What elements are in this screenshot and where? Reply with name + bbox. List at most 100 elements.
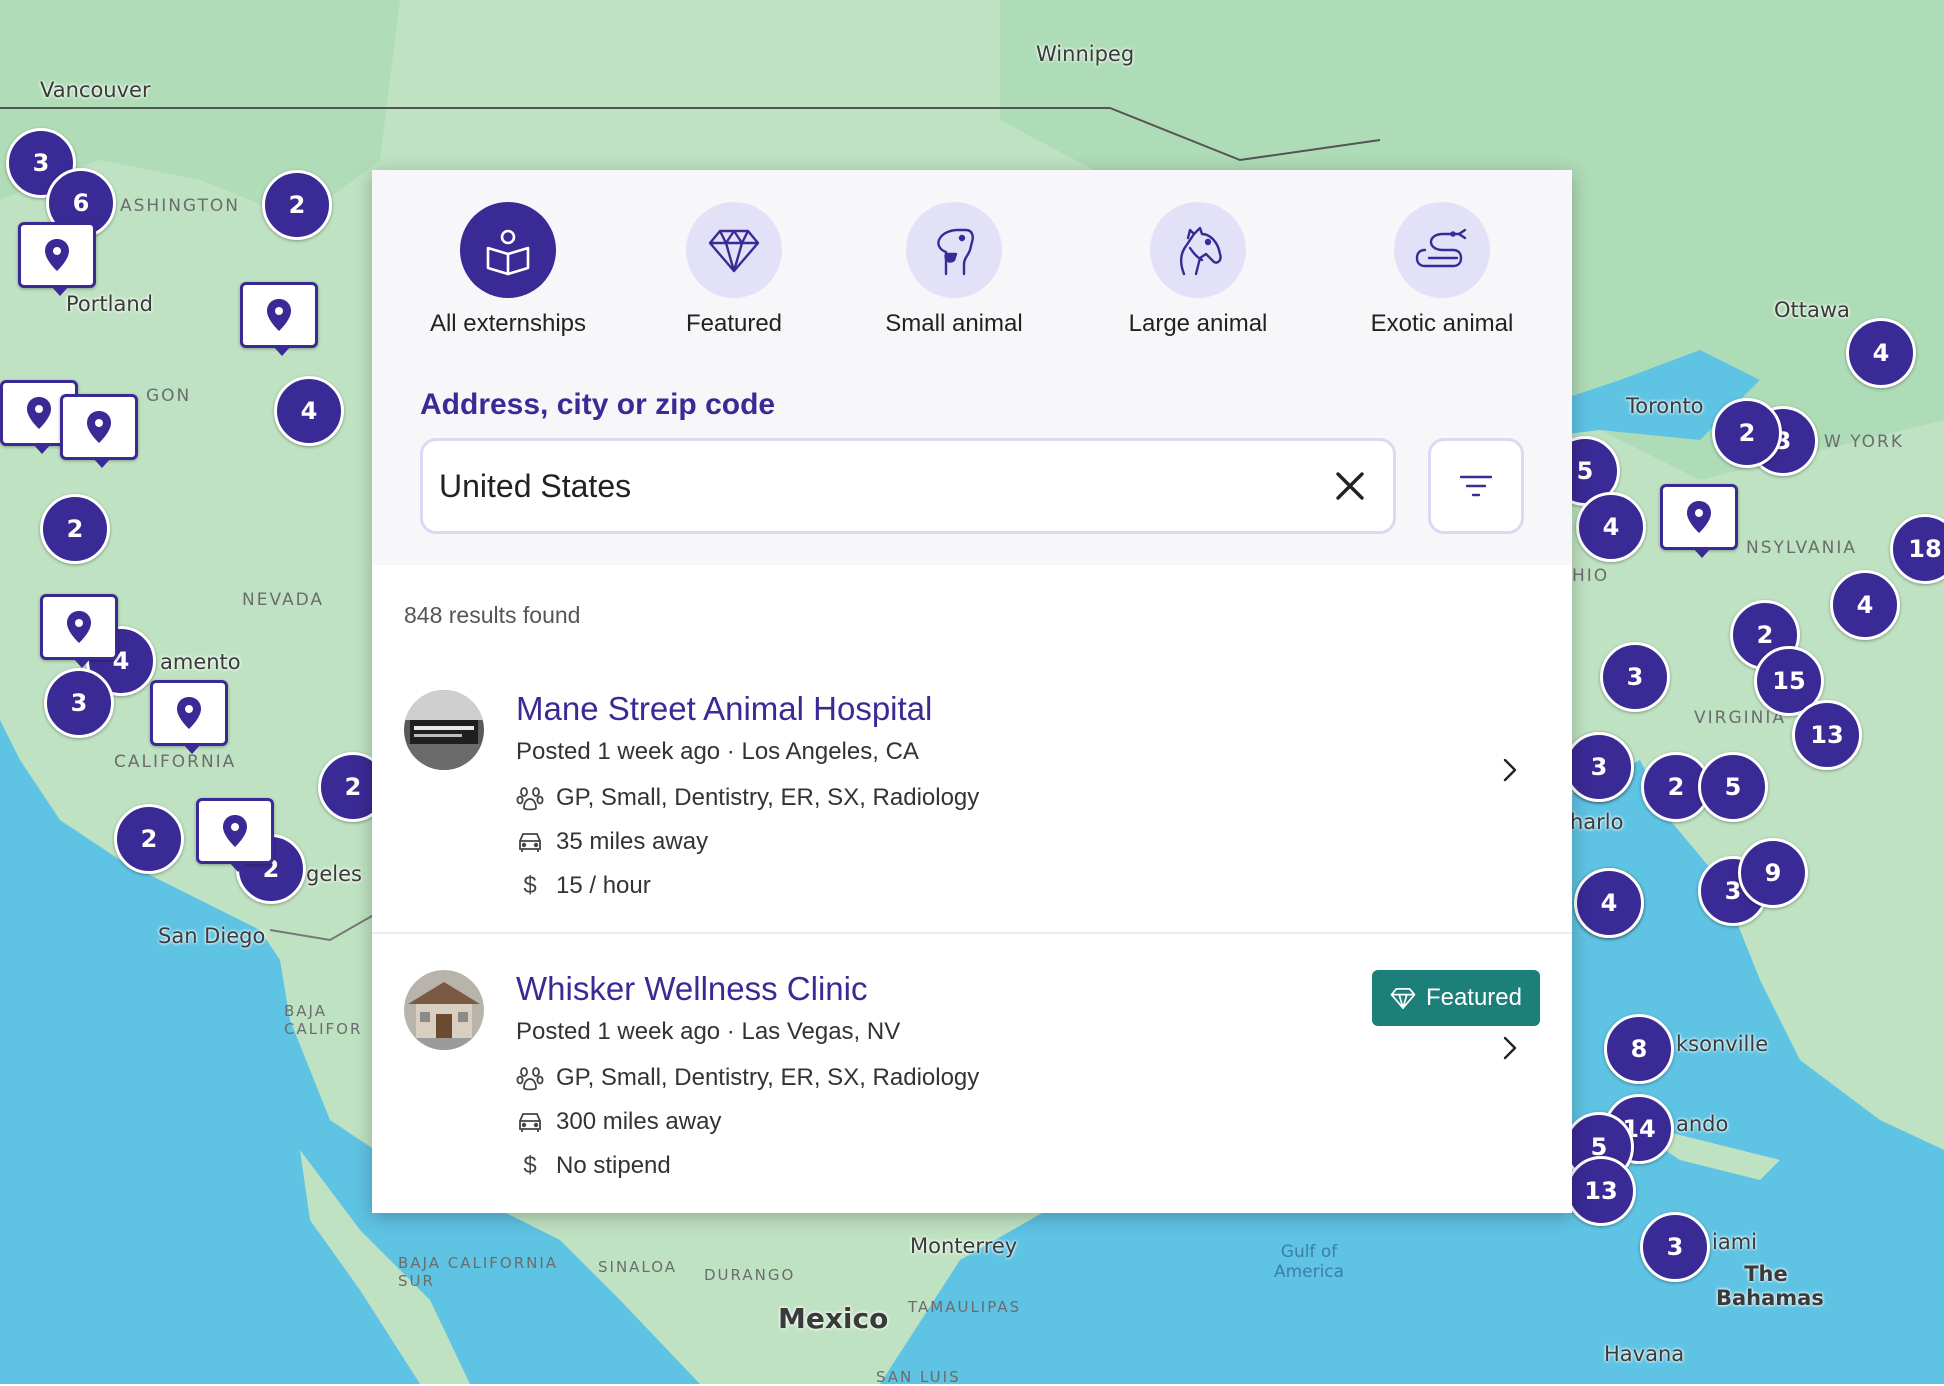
map-cluster[interactable]: 2 xyxy=(1712,398,1782,468)
map-label-baja-california-sur: BAJA CALIFORNIA SUR xyxy=(398,1254,559,1290)
chevron-right-icon[interactable] xyxy=(1496,750,1524,790)
car-icon xyxy=(516,828,544,856)
map-label-winnipeg: Winnipeg xyxy=(1036,42,1135,66)
map-cluster[interactable]: 3 xyxy=(1640,1212,1710,1282)
map-label-miami: iami xyxy=(1712,1230,1757,1254)
search-panel-header: All externships Featured Small animal La… xyxy=(372,170,1572,565)
horse-icon xyxy=(1150,202,1246,298)
result-posted: Posted 1 week ago · Los Angeles, CA xyxy=(516,738,919,765)
category-exotic-animal[interactable]: Exotic animal xyxy=(1342,202,1542,338)
map-pin-marker[interactable] xyxy=(18,222,96,296)
search-input-value[interactable]: United States xyxy=(439,468,631,505)
location-pin-icon xyxy=(223,815,247,847)
map-pin-marker[interactable] xyxy=(240,282,318,356)
location-pin-icon xyxy=(1687,501,1711,533)
map-cluster[interactable]: 2 xyxy=(114,804,184,874)
clinic-thumbnail xyxy=(404,690,484,770)
map-cluster[interactable]: 13 xyxy=(1792,700,1862,770)
chevron-right-icon[interactable] xyxy=(1496,1028,1524,1068)
filter-button[interactable] xyxy=(1428,438,1524,534)
category-label: Featured xyxy=(685,310,783,337)
close-icon xyxy=(1336,472,1364,500)
map-cluster[interactable]: 13 xyxy=(1566,1156,1636,1226)
stipend-text: 15 / hour xyxy=(556,872,651,899)
category-all-externships[interactable]: All externships xyxy=(408,202,608,338)
search-panel: All externships Featured Small animal La… xyxy=(372,170,1572,1213)
map-cluster[interactable]: 4 xyxy=(1574,868,1644,938)
map-label-tamaulipas: TAMAULIPAS xyxy=(908,1298,1022,1316)
category-label: Exotic animal xyxy=(1370,310,1514,337)
map-pin-marker[interactable] xyxy=(40,594,118,668)
map-label-bahamas: The Bahamas xyxy=(1716,1262,1824,1310)
dollar-icon: $ xyxy=(523,1152,537,1179)
map-label-vancouver: Vancouver xyxy=(40,78,151,102)
map-label-orlando: ando xyxy=(1676,1112,1729,1136)
category-label: Large animal xyxy=(1128,310,1268,337)
distance-text: 300 miles away xyxy=(556,1108,722,1135)
location-pin-icon xyxy=(27,397,51,429)
map-cluster[interactable]: 4 xyxy=(1830,570,1900,640)
clinic-thumbnail xyxy=(404,970,484,1050)
filter-icon xyxy=(1459,475,1493,497)
map-cluster[interactable]: 4 xyxy=(1576,492,1646,562)
map-label-san-luis: SAN LUIS xyxy=(876,1368,961,1386)
map-label-gulf: Gulf of America xyxy=(1273,1242,1345,1282)
map-cluster[interactable]: 3 xyxy=(1564,732,1634,802)
specialties-text: GP, Small, Dentistry, ER, SX, Radiology xyxy=(556,784,980,811)
result-specialties: GP, Small, Dentistry, ER, SX, Radiology xyxy=(516,784,979,812)
map-cluster[interactable]: 5 xyxy=(1698,752,1768,822)
map-cluster[interactable]: 9 xyxy=(1738,838,1808,908)
map-label-toronto: Toronto xyxy=(1626,394,1704,418)
distance-text: 35 miles away xyxy=(556,828,709,855)
category-featured[interactable]: Featured xyxy=(634,202,834,338)
map-label-havana: Havana xyxy=(1604,1342,1685,1366)
result-stipend: $ 15 / hour xyxy=(516,872,651,900)
results-count: 848 results found xyxy=(404,602,581,628)
map-label-jacksonville: ksonville xyxy=(1676,1032,1769,1056)
specialties-text: GP, Small, Dentistry, ER, SX, Radiology xyxy=(556,1064,980,1091)
category-small-animal[interactable]: Small animal xyxy=(854,202,1054,338)
result-card[interactable]: Mane Street Animal Hospital Posted 1 wee… xyxy=(372,676,1572,956)
category-large-animal[interactable]: Large animal xyxy=(1098,202,1298,338)
map-cluster[interactable]: 8 xyxy=(1604,1014,1674,1084)
featured-badge: Featured xyxy=(1371,970,1540,1026)
map-label-mexico: Mexico xyxy=(778,1302,889,1335)
map-label-oregon: GON xyxy=(146,386,192,406)
result-distance: 300 miles away xyxy=(516,1108,721,1136)
location-pin-icon xyxy=(267,299,291,331)
category-label: All externships xyxy=(429,310,587,337)
search-label: Address, city or zip code xyxy=(420,388,776,421)
paw-icon xyxy=(516,1064,544,1092)
result-title[interactable]: Whisker Wellness Clinic xyxy=(516,970,867,1008)
stipend-text: No stipend xyxy=(556,1152,671,1179)
map-label-san-diego: San Diego xyxy=(158,924,266,948)
map-cluster[interactable]: 2 xyxy=(262,170,332,240)
map-label-durango: DURANGO xyxy=(704,1266,796,1284)
map-pin-marker[interactable] xyxy=(60,394,138,468)
map-cluster[interactable]: 2 xyxy=(40,494,110,564)
clear-search-button[interactable] xyxy=(1325,461,1375,511)
map-pin-marker[interactable] xyxy=(1660,484,1738,558)
car-icon xyxy=(516,1108,544,1136)
result-posted: Posted 1 week ago · Las Vegas, NV xyxy=(516,1018,901,1045)
search-input[interactable]: United States xyxy=(420,438,1396,534)
diamond-icon xyxy=(1390,988,1416,1009)
map-label-monterrey: Monterrey xyxy=(910,1234,1018,1258)
map-cluster[interactable]: 4 xyxy=(1846,318,1916,388)
map-pin-marker[interactable] xyxy=(150,680,228,754)
result-card[interactable]: Whisker Wellness Clinic Posted 1 week ag… xyxy=(372,956,1572,1213)
divider xyxy=(372,932,1572,934)
book-person-icon xyxy=(460,202,556,298)
map-label-ottawa: Ottawa xyxy=(1774,298,1850,322)
map-cluster[interactable]: 4 xyxy=(274,376,344,446)
map-label-ohio: HIO xyxy=(1572,566,1610,586)
map-pin-marker[interactable] xyxy=(196,798,274,872)
map-cluster[interactable]: 3 xyxy=(1600,642,1670,712)
featured-badge-label: Featured xyxy=(1425,984,1522,1011)
map-label-new-york: W YORK xyxy=(1824,432,1905,452)
result-title[interactable]: Mane Street Animal Hospital xyxy=(516,690,932,728)
result-stipend: $ No stipend xyxy=(516,1152,671,1180)
location-pin-icon xyxy=(45,239,69,271)
result-distance: 35 miles away xyxy=(516,828,708,856)
map-cluster[interactable]: 3 xyxy=(44,668,114,738)
